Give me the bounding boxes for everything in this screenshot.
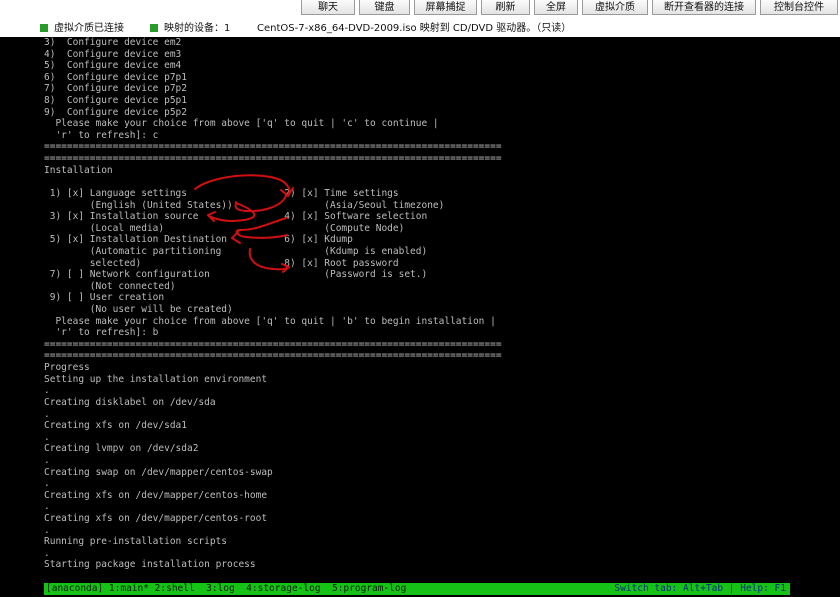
console-line: ========================================… <box>44 153 502 165</box>
console-line: . <box>44 408 50 420</box>
console-line: Please make your choice from above ['q' … <box>44 118 439 130</box>
console-line: Creating lvmpv on /dev/sda2 <box>44 443 199 455</box>
console-line: Running pre-installation scripts <box>44 536 228 548</box>
console-line: Setting up the installation environment <box>44 373 268 385</box>
console-line: ========================================… <box>44 338 502 350</box>
virtual-media-status-label: 虚拟介质已连接 <box>54 23 124 34</box>
console-line: ========================================… <box>44 350 502 362</box>
console-line: . <box>44 547 50 559</box>
console-line: 'r' to refresh]: b <box>44 327 159 339</box>
console-line: 9) [ ] User creation <box>44 292 165 304</box>
chat-button[interactable]: 聊天 <box>301 0 355 15</box>
mapped-devices-label: 映射的设备： <box>164 23 224 34</box>
console-line: 6) Configure device p7p1 <box>44 71 187 83</box>
connected-indicator-icon <box>40 24 48 32</box>
console-line: Creating swap on /dev/mapper/centos-swap <box>44 466 273 478</box>
console-line: (English (United States)) (Asia/Seoul ti… <box>44 199 445 211</box>
console-line: 9) Configure device p5p2 <box>44 106 187 118</box>
console-line: selected) 8) [x] Root password <box>44 257 399 269</box>
console-line: Creating disklabel on /dev/sda <box>44 396 216 408</box>
mapped-devices-count: 1 <box>224 23 231 34</box>
console-line: Installation <box>44 164 113 176</box>
mapped-indicator-icon <box>150 24 158 32</box>
console-line: 1) [x] Language settings 2) [x] Time set… <box>44 187 399 199</box>
console-screen[interactable]: 3) Configure device em2 4) Configure devi… <box>0 37 840 597</box>
console-line: 3) Configure device em2 <box>44 37 182 48</box>
iso-mapping-message: CentOS-7-x86_64-DVD-2009.iso 映射到 CD/DVD … <box>257 23 572 34</box>
console-line: 8) Configure device p5p1 <box>44 95 187 107</box>
console-line: 5) [x] Installation Destination 6) [x] K… <box>44 234 353 246</box>
console-line: Please make your choice from above ['q' … <box>44 315 496 327</box>
console-line: . <box>44 431 50 443</box>
console-line: (Automatic partitioning (Kdump is enable… <box>44 245 428 257</box>
viewer-toolbar: 聊天 键盘 屏幕捕捉 刷新 全屏 虚拟介质 断开查看器的连接 控制台控件 <box>0 0 840 18</box>
refresh-button[interactable]: 刷新 <box>481 0 530 15</box>
console-line: 3) [x] Installation source 4) [x] Softwa… <box>44 211 428 223</box>
disconnect-viewer-button[interactable]: 断开查看器的连接 <box>652 0 756 15</box>
virtual-media-button[interactable]: 虚拟介质 <box>582 0 648 15</box>
console-line: Creating xfs on /dev/mapper/centos-root <box>44 512 268 524</box>
fullscreen-button[interactable]: 全屏 <box>534 0 578 15</box>
virtual-media-status: 虚拟介质已连接 <box>40 20 124 37</box>
console-line: (No user will be created) <box>44 304 233 316</box>
console-line: ========================================… <box>44 141 502 153</box>
console-line: Progress <box>44 362 90 374</box>
console-line: 5) Configure device em4 <box>44 60 182 72</box>
console-line: Creating xfs on /dev/sda1 <box>44 420 187 432</box>
tmux-help-hint: Switch tab: Alt+Tab | Help: F1 <box>614 583 786 594</box>
mapped-devices-status: 映射的设备：1 <box>150 20 230 37</box>
console-line: 4) Configure device em3 <box>44 48 182 60</box>
terminal-text: 3) Configure device em2 4) Configure devi… <box>44 37 834 571</box>
console-line: Starting package installation process <box>44 559 256 571</box>
console-line: (Not connected) <box>44 280 176 292</box>
anaconda-tmux-bar: [anaconda] 1:main* 2:shell 3:log 4:stora… <box>44 583 790 595</box>
console-line: 'r' to refresh]: c <box>44 129 159 141</box>
console-line: (Local media) (Compute Node) <box>44 222 405 234</box>
console-line: Creating xfs on /dev/mapper/centos-home <box>44 489 268 501</box>
console-line: . <box>44 385 50 397</box>
console-line: 7) [ ] Network configuration (Password i… <box>44 269 428 281</box>
remote-console-window: 聊天 键盘 屏幕捕捉 刷新 全屏 虚拟介质 断开查看器的连接 控制台控件 虚拟介… <box>0 0 840 597</box>
keyboard-button[interactable]: 键盘 <box>359 0 410 15</box>
screen-capture-button[interactable]: 屏幕捕捉 <box>414 0 477 15</box>
console-line: . <box>44 454 50 466</box>
status-bar: 虚拟介质已连接 映射的设备：1 CentOS-7-x86_64-DVD-2009… <box>0 20 840 37</box>
tmux-window-list[interactable]: [anaconda] 1:main* 2:shell 3:log 4:stora… <box>46 583 406 595</box>
console-controls-button[interactable]: 控制台控件 <box>760 0 838 15</box>
console-line: . <box>44 478 50 490</box>
console-line: . <box>44 524 50 536</box>
console-line: 7) Configure device p7p2 <box>44 83 187 95</box>
console-line: . <box>44 501 50 513</box>
